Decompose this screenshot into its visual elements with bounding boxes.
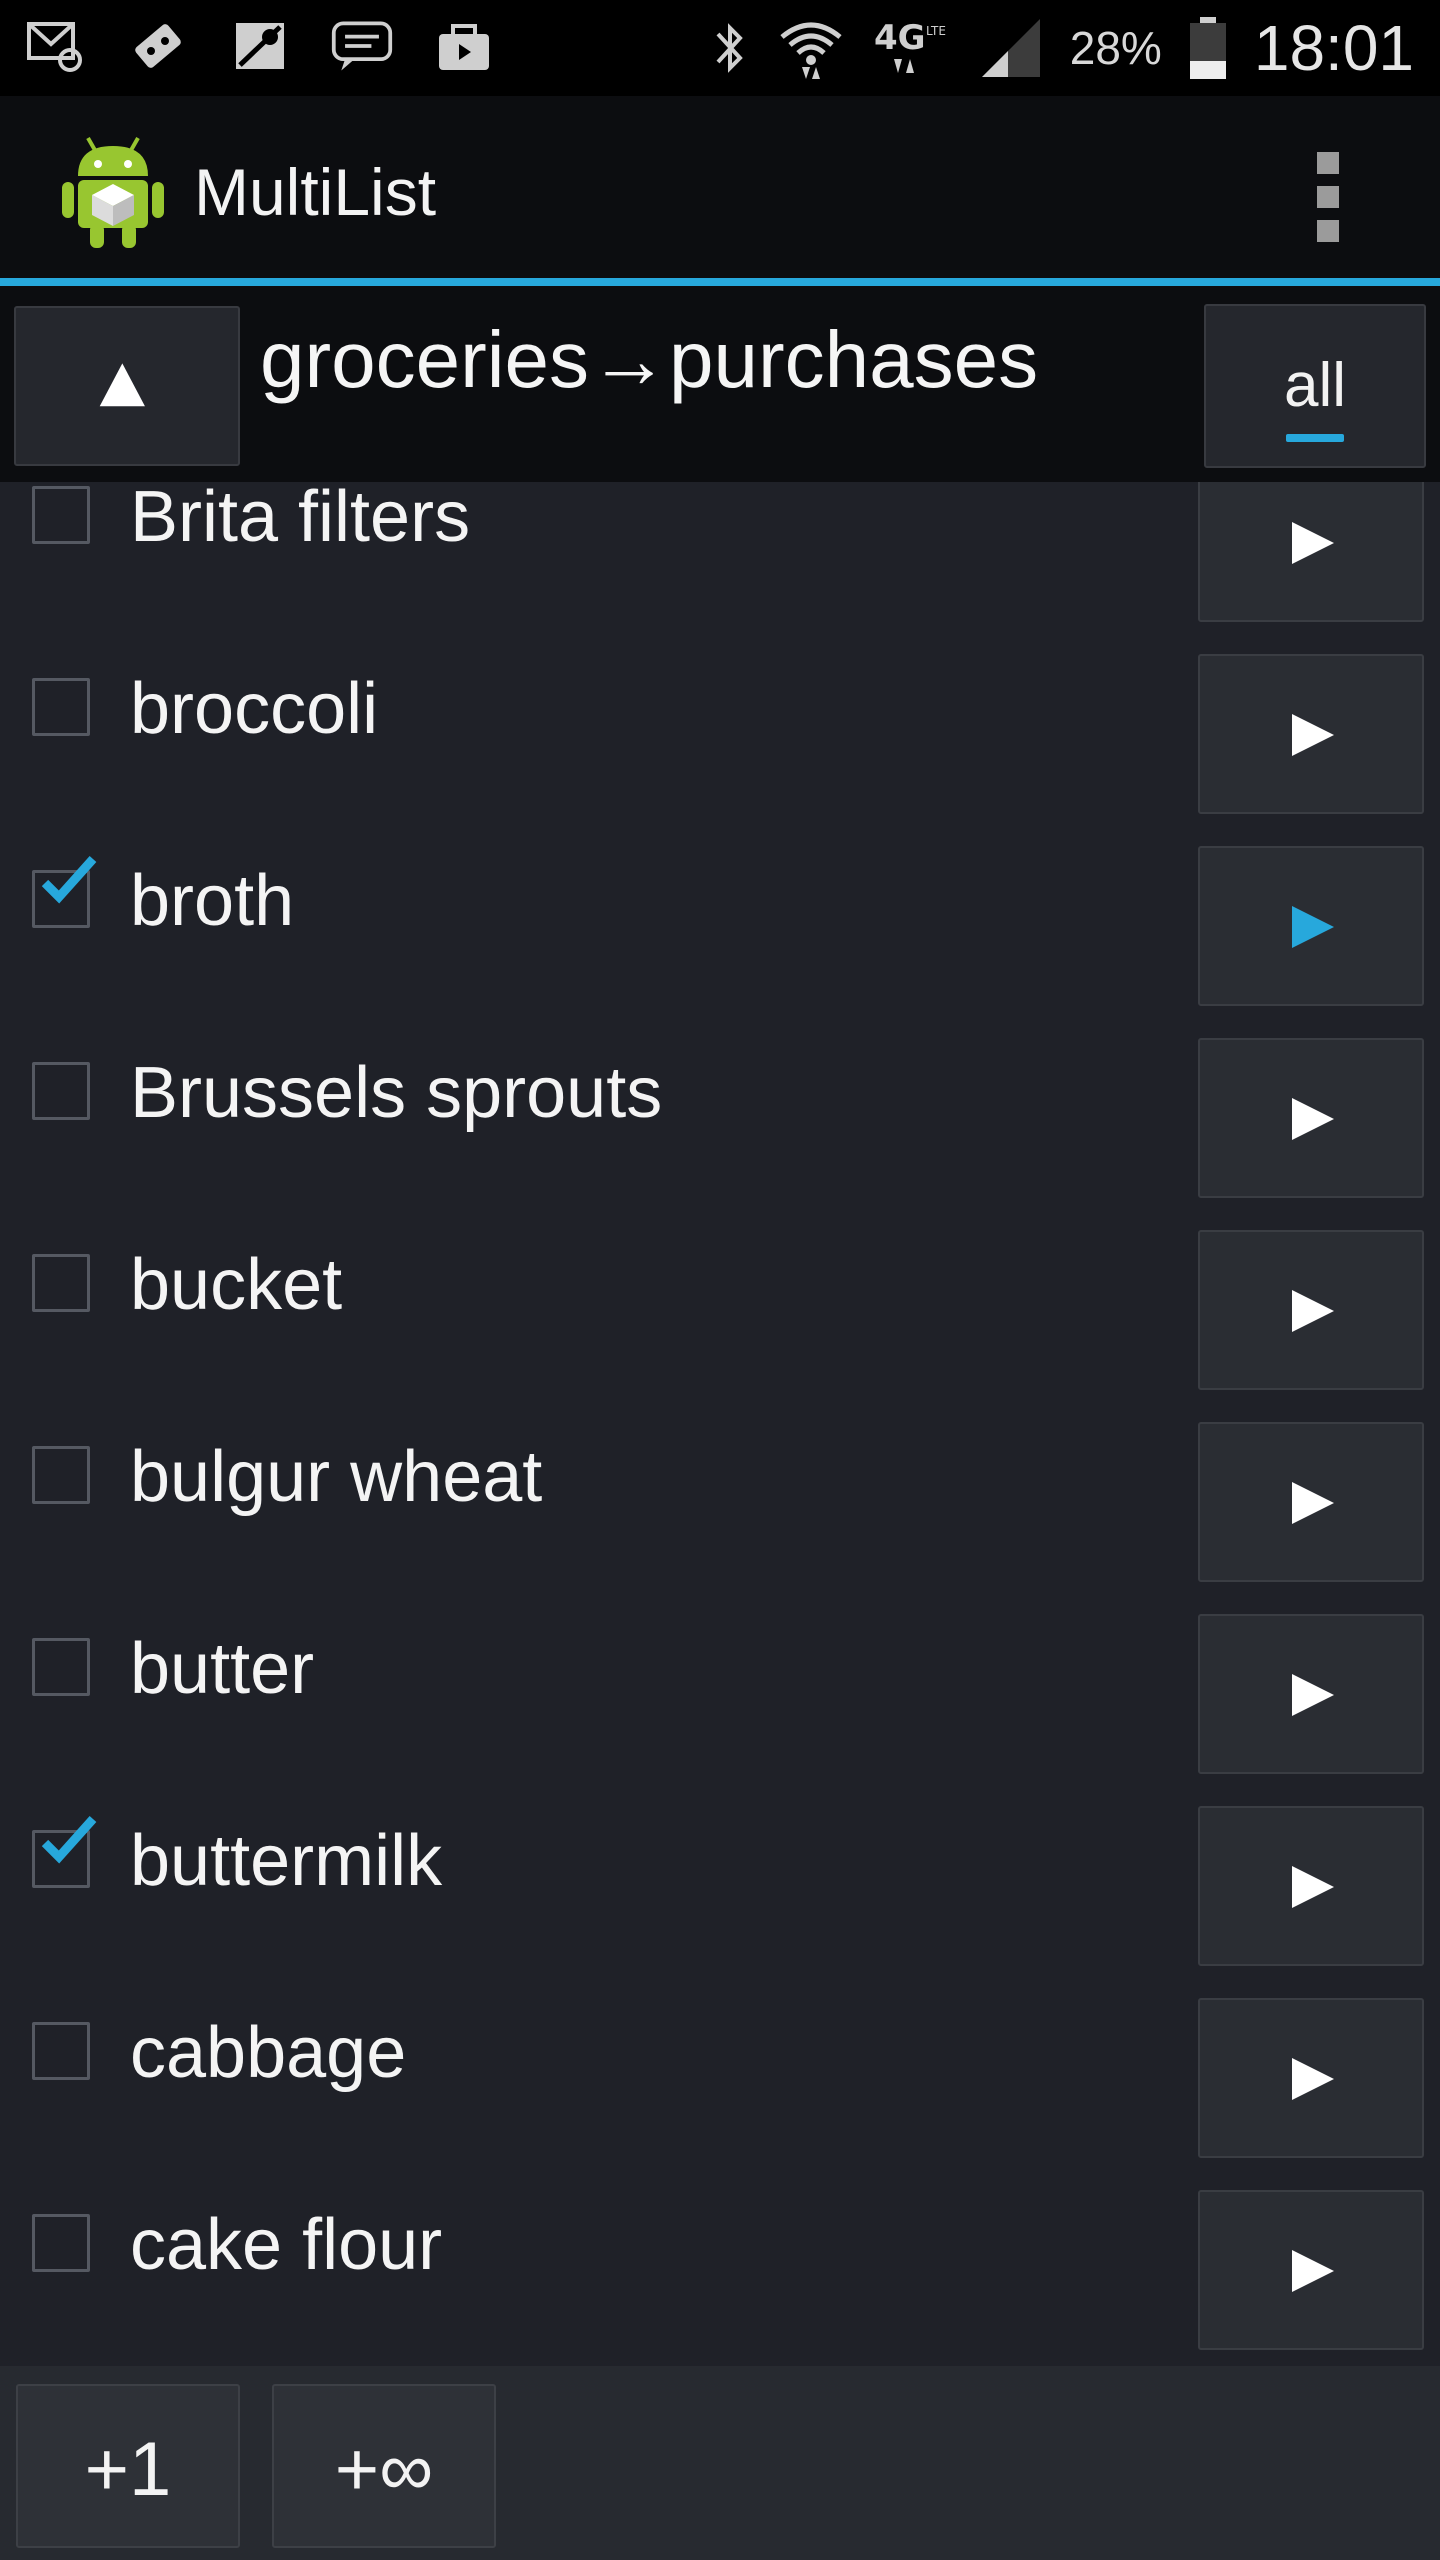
item-label: broth <box>130 861 295 941</box>
bottom-bar: +1 +∞ <box>0 2366 1440 2560</box>
messaging-icon <box>330 14 394 78</box>
play-arrow-icon <box>1292 714 1334 756</box>
item-checkbox[interactable] <box>32 678 90 736</box>
add-infinite-button[interactable]: +∞ <box>272 2384 496 2548</box>
play-arrow-icon <box>1292 1482 1334 1524</box>
play-arrow-icon <box>1292 1290 1334 1332</box>
open-item-button[interactable] <box>1198 846 1424 1006</box>
list-item[interactable]: broth <box>0 828 1440 1020</box>
clock: 18:01 <box>1253 12 1414 84</box>
battery-icon <box>1189 17 1226 79</box>
item-label: Brita filters <box>130 482 471 557</box>
list-item[interactable]: cake flour <box>0 2172 1440 2364</box>
path-bar: groceries→purchases all <box>0 286 1440 482</box>
wifi-icon <box>780 22 842 79</box>
add-one-button[interactable]: +1 <box>16 2384 240 2548</box>
item-checkbox[interactable] <box>32 486 90 544</box>
open-item-button[interactable] <box>1198 1998 1424 2158</box>
item-checkbox[interactable] <box>32 1638 90 1696</box>
item-label: broccoli <box>130 669 379 749</box>
list-item[interactable]: buttermilk <box>0 1788 1440 1980</box>
item-checkbox[interactable] <box>32 2022 90 2080</box>
open-item-button[interactable] <box>1198 1038 1424 1198</box>
play-arrow-icon <box>1292 522 1334 564</box>
open-item-button[interactable] <box>1198 482 1424 622</box>
item-label: cake flour <box>130 2205 443 2285</box>
item-label: bucket <box>130 1245 343 1325</box>
open-item-button[interactable] <box>1198 1422 1424 1582</box>
item-checkbox-checked[interactable] <box>32 1815 97 1888</box>
add-one-label: +1 <box>84 2427 172 2512</box>
item-list[interactable]: Brita filters broccoli broth Brussels sp… <box>0 482 1440 2366</box>
play-arrow-icon <box>1292 2058 1334 2100</box>
item-label: Brussels sprouts <box>130 1053 663 1133</box>
notification-icons <box>24 14 496 78</box>
list-path: groceries→purchases <box>260 315 1039 404</box>
list-item[interactable]: cabbage <box>0 1980 1440 2172</box>
list-item[interactable]: bulgur wheat <box>0 1404 1440 1596</box>
svg-text:LTE: LTE <box>926 24 946 38</box>
email-icon <box>24 14 88 78</box>
item-checkbox[interactable] <box>32 2214 90 2272</box>
filter-all-button[interactable]: all <box>1204 304 1426 468</box>
open-item-button[interactable] <box>1198 1806 1424 1966</box>
network-type-icon: 4G LTE <box>874 18 946 73</box>
overflow-menu-icon[interactable] <box>1310 152 1346 276</box>
maps-icon <box>228 14 292 78</box>
item-label: butter <box>130 1629 315 1709</box>
list-item[interactable]: bucket <box>0 1212 1440 1404</box>
list-item[interactable]: Brita filters <box>0 482 1440 636</box>
open-item-button[interactable] <box>1198 1230 1424 1390</box>
filter-all-label: all <box>1283 351 1347 420</box>
filter-active-indicator <box>1286 434 1344 442</box>
svg-text:4G: 4G <box>874 18 926 58</box>
play-arrow-icon <box>1292 2250 1334 2292</box>
list-item[interactable]: broccoli <box>0 636 1440 828</box>
app-icon[interactable] <box>58 132 168 250</box>
game-icon <box>126 14 190 78</box>
item-checkbox-checked[interactable] <box>32 855 97 928</box>
bluetooth-icon <box>716 23 743 73</box>
item-checkbox[interactable] <box>32 1446 90 1504</box>
up-arrow-icon <box>99 363 145 407</box>
battery-percent: 28% <box>1069 22 1162 74</box>
checkmark-icon <box>41 1815 97 1864</box>
play-arrow-icon <box>1292 1866 1334 1908</box>
item-checkbox[interactable] <box>32 1062 90 1120</box>
play-arrow-icon <box>1292 1098 1334 1140</box>
action-bar: MultiList <box>0 96 1440 278</box>
play-arrow-icon <box>1292 1674 1334 1716</box>
app-title: MultiList <box>194 155 437 229</box>
item-label: cabbage <box>130 2013 407 2093</box>
open-item-button[interactable] <box>1198 654 1424 814</box>
item-label: bulgur wheat <box>130 1437 543 1517</box>
status-bar: 4G LTE 28% 18:01 <box>0 0 1440 96</box>
shopping-bag-icon <box>432 14 496 78</box>
list-item[interactable]: Brussels sprouts <box>0 1020 1440 1212</box>
checkmark-icon <box>41 855 97 904</box>
item-checkbox[interactable] <box>32 1254 90 1312</box>
item-label: buttermilk <box>130 1821 443 1901</box>
play-arrow-icon <box>1292 906 1334 948</box>
list-item[interactable]: butter <box>0 1596 1440 1788</box>
signal-icon <box>981 19 1040 77</box>
open-item-button[interactable] <box>1198 2190 1424 2350</box>
add-infinite-label: +∞ <box>334 2427 434 2512</box>
action-bar-divider <box>0 278 1440 286</box>
open-item-button[interactable] <box>1198 1614 1424 1774</box>
up-button[interactable] <box>14 306 240 466</box>
system-icons: 4G LTE 28% 18:01 <box>710 0 1414 96</box>
